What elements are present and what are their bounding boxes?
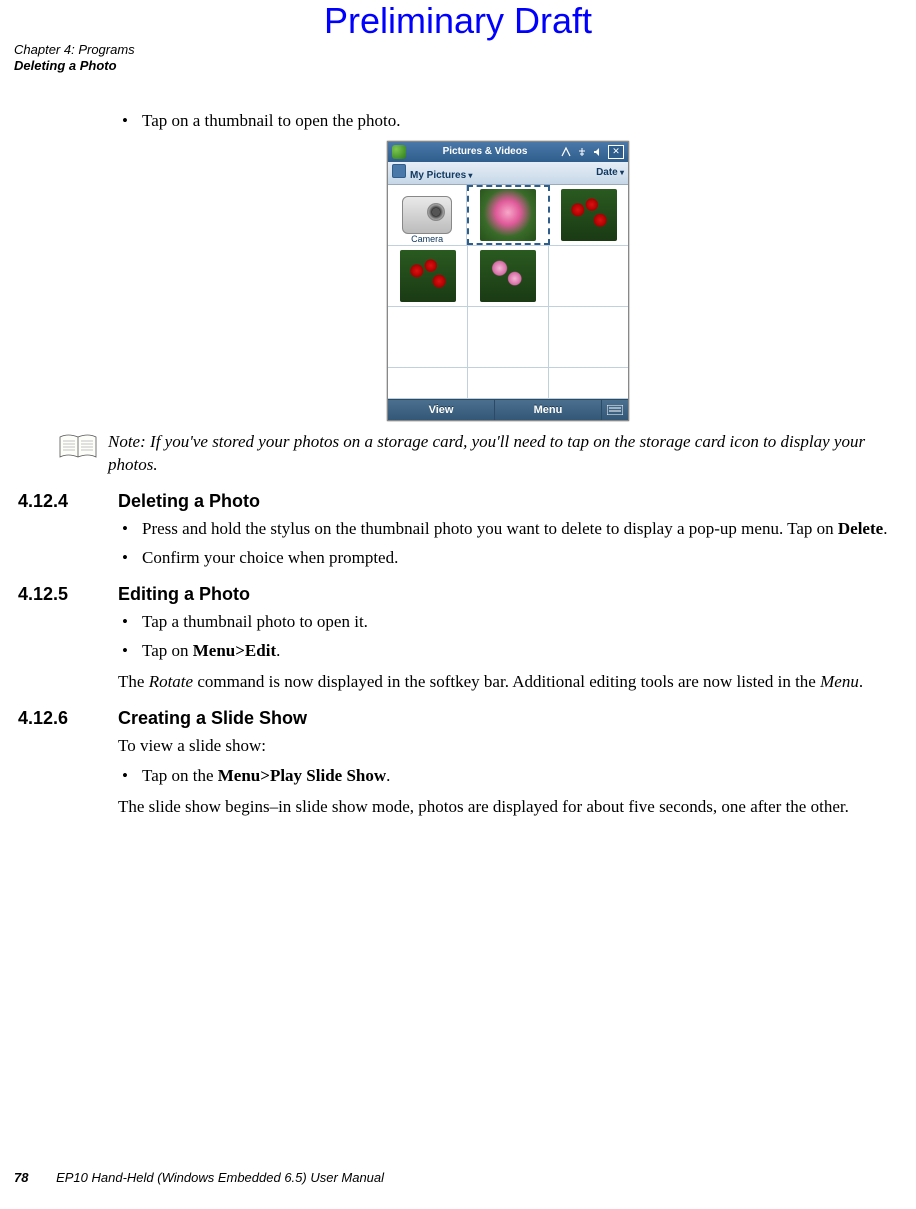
thumbnail-cell-empty — [549, 246, 628, 306]
thumbnail-cell-empty — [549, 368, 628, 398]
windows-mobile-screenshot: Pictures & Videos ✕ My Pictures Date — [387, 141, 629, 421]
thumbnail-cell-empty — [468, 368, 548, 398]
close-icon: ✕ — [608, 145, 624, 159]
thumbnail-cell-empty — [549, 307, 628, 367]
thumbnail-flowers-red-2 — [400, 250, 456, 302]
text-italic: Menu — [820, 672, 859, 691]
text-bold: Delete — [838, 519, 883, 538]
section-number: 4.12.6 — [18, 708, 118, 729]
thumbnail-cell — [388, 246, 468, 306]
thumbnail-cell-selected — [467, 185, 549, 245]
page-number: 78 — [14, 1170, 28, 1185]
embedded-screenshot: Pictures & Videos ✕ My Pictures Date — [118, 141, 898, 421]
thumbnail-cell-empty — [388, 368, 468, 398]
note-block: Note: If you've stored your photos on a … — [58, 431, 898, 477]
intro-bullet-list: Tap on a thumbnail to open the photo. — [118, 110, 898, 133]
bullet-list-4-12-5: Tap a thumbnail photo to open it. Tap on… — [118, 611, 898, 663]
thumbnail-grid: Camera — [388, 185, 628, 399]
bullet-list-4-12-4: Press and hold the stylus on the thumbna… — [118, 518, 898, 570]
signal-icon — [576, 146, 588, 158]
section-title: Creating a Slide Show — [118, 708, 307, 729]
section-number: 4.12.4 — [18, 491, 118, 512]
thumbnail-flowers-red — [561, 189, 617, 241]
grid-row-partial — [388, 368, 628, 399]
text-post: . — [386, 766, 390, 785]
text-pre: Tap a thumbnail photo to open it. — [142, 612, 368, 631]
folder-dropdown: My Pictures — [392, 164, 472, 181]
paragraph-4-12-6: The slide show begins–in slide show mode… — [118, 796, 898, 819]
section-heading-4-12-6: 4.12.6 Creating a Slide Show — [18, 708, 898, 729]
note-book-icon — [58, 433, 98, 461]
volume-icon — [592, 146, 604, 158]
list-item: Confirm your choice when prompted. — [118, 547, 898, 570]
text: . — [859, 672, 863, 691]
wm-softkey-bar: View Menu — [388, 399, 628, 420]
bullet-list-4-12-6: Tap on the Menu>Play Slide Show. — [118, 765, 898, 788]
text-pre: Press and hold the stylus on the thumbna… — [142, 519, 838, 538]
note-prefix: Note: — [108, 432, 146, 451]
list-item: Tap on Menu>Edit. — [118, 640, 898, 663]
thumbnail-flower-pink — [480, 189, 536, 241]
text-post: . — [276, 641, 280, 660]
thumbnail-cell — [550, 185, 628, 245]
tray-icons: ✕ — [560, 145, 624, 159]
camera-cell: Camera — [388, 185, 467, 245]
header-chapter: Chapter 4: Programs — [14, 42, 135, 58]
header-section: Deleting a Photo — [14, 58, 135, 74]
section-heading-4-12-4: 4.12.4 Deleting a Photo — [18, 491, 898, 512]
list-item: Tap a thumbnail photo to open it. — [118, 611, 898, 634]
running-header: Chapter 4: Programs Deleting a Photo — [14, 42, 135, 75]
connectivity-icon — [560, 146, 572, 158]
text-pre: Tap on the — [142, 766, 218, 785]
grid-row: Camera — [388, 185, 628, 246]
manual-title: EP10 Hand-Held (Windows Embedded 6.5) Us… — [56, 1170, 384, 1185]
wm-titlebar: Pictures & Videos ✕ — [388, 142, 628, 162]
wm-title: Pictures & Videos — [410, 146, 560, 157]
section-title: Deleting a Photo — [118, 491, 260, 512]
text-bold: Menu>Edit — [193, 641, 276, 660]
text-bold: Menu>Play Slide Show — [218, 766, 386, 785]
section-title: Editing a Photo — [118, 584, 250, 605]
paragraph-intro-4-12-6: To view a slide show: — [118, 735, 898, 758]
list-item: Press and hold the stylus on the thumbna… — [118, 518, 898, 541]
camera-icon — [402, 196, 452, 234]
text: command is now displayed in the softkey … — [193, 672, 820, 691]
section-number: 4.12.5 — [18, 584, 118, 605]
softkey-menu: Menu — [495, 400, 601, 420]
sort-dropdown: Date — [596, 167, 624, 178]
text-pre: Confirm your choice when prompted. — [142, 548, 398, 567]
camera-caption: Camera — [388, 234, 466, 244]
list-item: Tap on the Menu>Play Slide Show. — [118, 765, 898, 788]
page-content: Tap on a thumbnail to open the photo. Pi… — [118, 110, 898, 827]
softkey-view: View — [388, 400, 495, 420]
watermark-text: Preliminary Draft — [0, 0, 916, 42]
text-italic: Rotate — [149, 672, 193, 691]
page-footer: 78 EP10 Hand-Held (Windows Embedded 6.5)… — [14, 1170, 384, 1185]
folder-label: My Pictures — [410, 170, 472, 181]
storage-card-icon — [392, 164, 406, 178]
grid-row — [388, 246, 628, 307]
paragraph-4-12-5: The Rotate command is now displayed in t… — [118, 671, 898, 694]
thumbnail-cell-empty — [468, 307, 548, 367]
keyboard-icon — [601, 400, 628, 420]
note-body: If you've stored your photos on a storag… — [108, 432, 865, 474]
thumbnail-cell — [468, 246, 548, 306]
thumbnail-flowers-pinkbuds — [480, 250, 536, 302]
text-pre: Tap on — [142, 641, 193, 660]
start-icon — [392, 145, 406, 159]
text-post: . — [883, 519, 887, 538]
section-heading-4-12-5: 4.12.5 Editing a Photo — [18, 584, 898, 605]
text: The — [118, 672, 149, 691]
thumbnail-cell-empty — [388, 307, 468, 367]
grid-row — [388, 307, 628, 368]
wm-subbar: My Pictures Date — [388, 162, 628, 185]
note-text: Note: If you've stored your photos on a … — [108, 431, 898, 477]
intro-bullet: Tap on a thumbnail to open the photo. — [118, 110, 898, 133]
